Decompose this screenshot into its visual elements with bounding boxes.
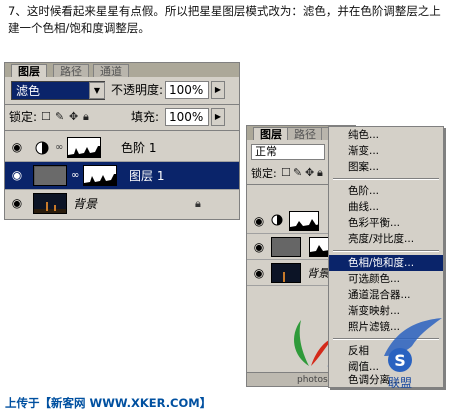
watermark-brand-text: 联盟 — [388, 376, 413, 390]
menu-item-channel-mixer[interactable]: 通道混合器... — [329, 287, 443, 303]
menu-item-pattern[interactable]: 图案... — [329, 159, 443, 175]
opacity-input[interactable]: 100% — [165, 81, 209, 99]
lock-all-icon[interactable]: 🔒︎ — [83, 110, 89, 124]
menu-separator — [333, 250, 439, 252]
blend-mode-select[interactable]: 正常 — [251, 144, 325, 160]
svg-text:S: S — [394, 351, 406, 370]
opacity-arrow-icon[interactable]: ▶ — [211, 81, 225, 99]
link-chain-icon: ∞ — [55, 142, 64, 153]
layers-panel: 图层 路径 通道 滤色 ▼ 不透明度: 100% ▶ 锁定: ☐ ✎ ✥ 🔒︎ … — [4, 62, 240, 220]
layer-name: 图层 1 — [129, 169, 165, 183]
lock-image-icon[interactable]: ✎ — [55, 110, 64, 124]
tab-layers[interactable]: 图层 — [253, 127, 289, 141]
blend-mode-dropdown-icon[interactable]: ▼ — [89, 82, 105, 99]
panel-tabs: 图层 路径 通道 — [5, 63, 239, 78]
menu-item-curves[interactable]: 曲线... — [329, 199, 443, 215]
lock-icon: 🔒︎ — [195, 197, 201, 210]
instruction-text: 7、这时候看起来星星有点假。所以把星星图层模式改为：滤色，并在色阶调整层之上建一… — [8, 4, 441, 35]
divider — [5, 104, 239, 105]
watermark-wing-logo-icon: S — [384, 318, 442, 372]
lock-image-icon[interactable]: ✎ — [293, 166, 302, 180]
lock-transparency-icon[interactable]: ☐ — [41, 110, 51, 124]
opacity-label: 不透明度: — [111, 83, 164, 97]
levels-mask-thumbnail — [67, 137, 101, 158]
adjustment-layer-icon — [35, 141, 49, 155]
layer-row-background[interactable]: ◉ 背景 🔒︎ — [5, 190, 239, 218]
lock-label: 锁定: — [251, 167, 277, 180]
fill-label: 填充: — [131, 110, 160, 124]
menu-item-brightness-contrast[interactable]: 亮度/对比度... — [329, 231, 443, 247]
visibility-eye-icon[interactable]: ◉ — [251, 215, 267, 227]
fill-input[interactable]: 100% — [165, 108, 209, 126]
menu-item-gradient[interactable]: 渐变... — [329, 143, 443, 159]
layer-name: 色阶 1 — [121, 141, 157, 155]
menu-separator — [333, 178, 439, 180]
menu-item-color-balance[interactable]: 色彩平衡... — [329, 215, 443, 231]
layer-row-stars[interactable]: ◉ ∞ 图层 1 — [5, 162, 239, 190]
stars-mask-thumbnail — [309, 237, 329, 257]
visibility-eye-icon[interactable]: ◉ — [9, 169, 25, 181]
lock-label: 锁定: — [9, 110, 38, 124]
stars-layer-thumbnail — [33, 165, 67, 186]
lock-all-icon[interactable]: 🔒︎ — [317, 166, 323, 180]
background-thumbnail — [271, 263, 301, 283]
menu-item-hue-saturation[interactable]: 色相/饱和度... — [329, 255, 443, 271]
fill-arrow-icon[interactable]: ▶ — [211, 108, 225, 126]
link-chain-icon: ∞ — [71, 170, 80, 181]
page-footer: 上传于【新客网 WWW.XKER.COM】 — [0, 392, 450, 414]
menu-item-levels[interactable]: 色阶... — [329, 183, 443, 199]
visibility-eye-icon[interactable]: ◉ — [251, 267, 267, 279]
visibility-eye-icon[interactable]: ◉ — [251, 241, 267, 253]
menu-item-solid-color[interactable]: 纯色... — [329, 127, 443, 143]
menu-item-posterize[interactable]: 色调分离... — [329, 373, 443, 387]
tab-channels[interactable]: 通道 — [93, 64, 129, 78]
divider — [5, 130, 239, 131]
footer-upload-text: 上传于【新客网 WWW.XKER.COM】 — [5, 396, 212, 410]
layer-name: 背景 — [73, 197, 98, 211]
tab-layers[interactable]: 图层 — [11, 64, 47, 78]
background-thumbnail — [33, 193, 67, 214]
levels-mask-thumbnail — [289, 211, 319, 231]
lock-position-icon[interactable]: ✥ — [305, 166, 314, 180]
stars-layer-thumbnail — [271, 237, 301, 257]
stars-mask-thumbnail — [83, 165, 117, 186]
tab-paths[interactable]: 路径 — [287, 127, 323, 141]
layer-name: 背景 — [307, 267, 329, 280]
visibility-eye-icon[interactable]: ◉ — [9, 141, 25, 153]
tab-paths[interactable]: 路径 — [53, 64, 89, 78]
menu-item-selective-color[interactable]: 可选颜色... — [329, 271, 443, 287]
adjustment-layer-icon — [271, 214, 283, 226]
visibility-eye-icon[interactable]: ◉ — [9, 197, 25, 209]
lock-position-icon[interactable]: ✥ — [69, 110, 78, 124]
lock-transparency-icon[interactable]: ☐ — [281, 166, 291, 180]
layer-row-levels[interactable]: ◉ ∞ 色阶 1 — [5, 134, 239, 162]
